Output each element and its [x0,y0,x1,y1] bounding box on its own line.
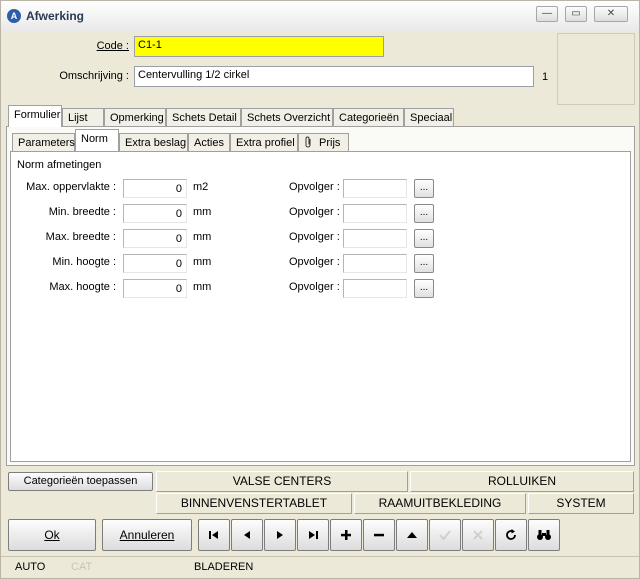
tab-prijs-label: Prijs [319,137,341,149]
code-label-text: Code : [96,40,129,52]
max-hoogte-input[interactable]: 0 [123,279,187,298]
cancel-button[interactable]: Annuleren [102,519,192,551]
tab-norm[interactable]: Norm [75,129,119,151]
description-field[interactable]: Centervulling 1/2 cirkel [134,66,534,87]
record-count: 1 [542,71,549,83]
minimize-button[interactable]: — [536,6,558,22]
last-record-button[interactable] [297,519,329,551]
ok-button[interactable]: Ok [8,519,96,551]
opvolger-label: Opvolger : [289,181,340,193]
row-label: Max. breedte : [45,231,116,243]
browse-button[interactable]: ... [414,279,434,298]
norm-panel [10,151,631,462]
edit-record-button[interactable] [396,519,428,551]
cancel-label: Annuleren [119,528,175,542]
add-record-button[interactable] [330,519,362,551]
status-auto: AUTO [15,561,46,573]
tab-lijst[interactable]: Lijst [62,108,104,127]
last-record-icon [309,531,318,539]
previous-record-button[interactable] [231,519,263,551]
opvolger-label: Opvolger : [289,231,340,243]
refresh-icon [506,529,516,540]
post-record-button[interactable] [429,519,461,551]
code-field[interactable]: C1-1 [134,36,384,57]
unit-label: mm [193,206,212,218]
opvolger-input[interactable] [343,179,407,198]
category-binnenvenstertablet[interactable]: BINNENVENSTERTABLET [156,493,352,514]
row-label: Max. oppervlakte : [26,181,116,193]
section-title: Norm afmetingen [17,159,102,171]
cancel-edit-button[interactable] [462,519,494,551]
unit-label: mm [193,281,212,293]
tab-categorieen[interactable]: Categorieën [333,108,404,127]
first-record-icon [209,531,218,539]
row-label: Max. hoogte : [49,281,116,293]
opvolger-input[interactable] [343,254,407,273]
unit-label: mm [193,256,212,268]
paperclip-icon [305,136,311,148]
opvolger-input[interactable] [343,279,407,298]
min-breedte-input[interactable]: 0 [123,204,187,223]
max-oppervlakte-input[interactable]: 0 [123,179,187,198]
first-record-button[interactable] [198,519,230,551]
next-icon [277,531,283,539]
tab-extra-beslag[interactable]: Extra beslag [119,133,188,152]
opvolger-input[interactable] [343,204,407,223]
search-button[interactable] [528,519,560,551]
refresh-button[interactable] [495,519,527,551]
unit-label: m2 [193,181,209,193]
min-hoogte-input[interactable]: 0 [123,254,187,273]
code-label: Code : [41,40,129,52]
previous-icon [244,531,250,539]
next-record-button[interactable] [264,519,296,551]
row-label: Min. breedte : [48,206,116,218]
maximize-button[interactable]: ▭ [565,6,587,22]
unit-label: mm [193,231,212,243]
cross-icon [473,530,483,540]
opvolger-label: Opvolger : [289,256,340,268]
triangle-up-icon [407,532,417,538]
minus-icon [374,533,384,537]
tab-speciaal[interactable]: Speciaal [404,108,454,127]
delete-record-button[interactable] [363,519,395,551]
row-label: Min. hoogte : [52,256,116,268]
tab-schets-overzicht[interactable]: Schets Overzicht [241,108,333,127]
opvolger-label: Opvolger : [289,281,340,293]
tab-extra-profiel[interactable]: Extra profiel [230,133,298,152]
tab-parameters[interactable]: Parameters [12,133,75,152]
apply-categories-button[interactable]: Categorieën toepassen [8,472,153,491]
description-label: Omschrijving : [59,70,129,82]
status-bar [1,556,639,578]
app-icon: A [7,9,21,23]
tab-formulier[interactable]: Formulier [8,105,62,127]
close-button[interactable]: ✕ [594,6,628,22]
browse-button[interactable]: ... [414,254,434,273]
application-window: A Afwerking — ▭ ✕ Code : C1-1 Omschrijvi… [0,0,640,579]
tab-prijs[interactable]: Prijs [298,133,349,152]
status-cat: CAT [71,561,93,573]
binoculars-icon [537,530,551,540]
window-title: Afwerking [26,9,85,23]
category-system[interactable]: SYSTEM [528,493,634,514]
opvolger-label: Opvolger : [289,206,340,218]
category-valse-centers[interactable]: VALSE CENTERS [156,471,408,492]
category-raamuitbekleding[interactable]: RAAMUITBEKLEDING [354,493,526,514]
browse-button[interactable]: ... [414,179,434,198]
status-mode: BLADEREN [194,561,254,573]
category-rolluiken[interactable]: ROLLUIKEN [410,471,634,492]
tab-schets-detail[interactable]: Schets Detail [166,108,241,127]
plus-icon [341,530,351,540]
browse-button[interactable]: ... [414,229,434,248]
browse-button[interactable]: ... [414,204,434,223]
tab-acties[interactable]: Acties [188,133,230,152]
max-breedte-input[interactable]: 0 [123,229,187,248]
image-placeholder [557,33,635,105]
checkmark-icon [439,530,451,541]
opvolger-input[interactable] [343,229,407,248]
ok-label: Ok [44,528,60,542]
tab-opmerking[interactable]: Opmerking [104,108,166,127]
